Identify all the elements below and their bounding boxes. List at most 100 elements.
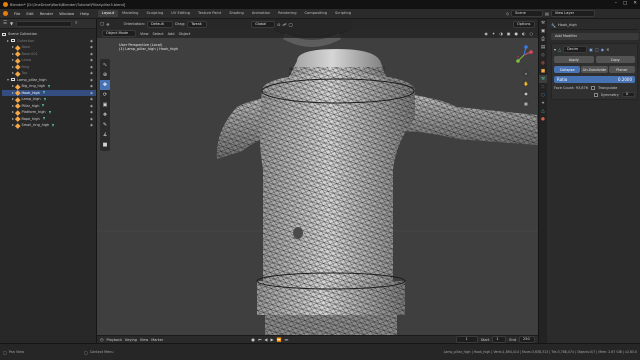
menu-marker[interactable]: Marker	[151, 338, 163, 342]
tab-planar[interactable]: Planar	[608, 66, 635, 73]
symmetry-axis-dropdown[interactable]: X	[621, 92, 635, 97]
tab-texture-paint[interactable]: Texture Paint	[194, 10, 225, 17]
tab-uv-editing[interactable]: UV Editing	[167, 10, 194, 17]
menu-edit[interactable]: Edit	[23, 11, 36, 16]
menu-view[interactable]: View	[140, 32, 149, 36]
material-tab-icon[interactable]: ●	[539, 115, 547, 123]
start-frame-field[interactable]: 1	[492, 336, 507, 343]
expand-arrow-icon[interactable]	[12, 124, 14, 127]
measure-tool-icon[interactable]: ∡	[100, 130, 110, 140]
transform-space-dropdown[interactable]: Global	[251, 20, 276, 28]
move-tool-icon[interactable]: ✥	[100, 80, 110, 90]
triangulate-checkbox[interactable]	[590, 86, 595, 90]
transform-tools-icon[interactable]: ✥	[106, 22, 109, 27]
tab-layout[interactable]: Layout	[97, 10, 119, 17]
visibility-eye-icon[interactable]: ◉	[90, 65, 93, 69]
cursor-tool-icon[interactable]: ⊕	[100, 70, 110, 80]
tab-shading[interactable]: Shading	[225, 10, 248, 17]
scene-tab-icon[interactable]: ◇	[539, 51, 547, 59]
ortho-toggle-icon[interactable]: ▦	[522, 99, 530, 107]
drag-dropdown[interactable]: Tweak	[187, 20, 208, 28]
expand-arrow-icon[interactable]	[12, 117, 14, 120]
menu-render[interactable]: Render	[37, 11, 57, 16]
object-tab-icon[interactable]: ■	[539, 67, 547, 75]
visibility-eye-icon[interactable]: ◉	[90, 84, 93, 88]
maximize-button[interactable]: □	[623, 1, 627, 6]
orientation-dropdown[interactable]: Default	[147, 20, 174, 28]
expand-arrow-icon[interactable]	[12, 104, 14, 107]
snap-icon[interactable]: ☍	[282, 22, 286, 27]
output-tab-icon[interactable]: ⎙	[539, 35, 547, 43]
viewport-toggle-icon[interactable]: □	[595, 47, 599, 52]
material-preview-icon[interactable]: ◐	[522, 31, 526, 36]
tool-tab-icon[interactable]: ⚒	[539, 19, 547, 27]
data-tab-icon[interactable]: △	[539, 107, 547, 115]
expand-arrow-icon[interactable]	[12, 91, 14, 94]
visibility-eye-icon[interactable]: ◉	[90, 52, 93, 56]
menu-help[interactable]: Help	[77, 11, 92, 16]
render-tab-icon[interactable]: ▣	[539, 27, 547, 35]
visibility-eye-icon[interactable]: ◉	[90, 123, 93, 127]
tab-un-subdivide[interactable]: Un-Subdivide	[581, 66, 608, 73]
expand-arrow-icon[interactable]	[12, 111, 14, 114]
menu-playback[interactable]: Playback	[107, 338, 123, 342]
rotate-tool-icon[interactable]: ⟳	[100, 90, 110, 100]
expand-arrow-icon[interactable]	[12, 98, 14, 101]
view-layer-tab-icon[interactable]: ▤	[539, 43, 547, 51]
viewport-visibility-icon[interactable]: ◉	[484, 31, 488, 36]
current-frame-field[interactable]: 1	[455, 336, 478, 343]
expand-arrow-icon[interactable]	[7, 39, 9, 42]
close-button[interactable]: ✕	[633, 1, 637, 6]
visibility-eye-icon[interactable]: ◉	[90, 117, 93, 121]
tab-scripting[interactable]: Scripting	[331, 10, 355, 17]
zoom-icon[interactable]: ⌕	[522, 69, 530, 77]
next-key-icon[interactable]: ⏩	[277, 337, 282, 342]
menu-file[interactable]: File	[11, 11, 23, 16]
blender-menu-icon[interactable]	[3, 11, 8, 16]
render-toggle-icon[interactable]: ◉	[601, 47, 605, 52]
timeline-editor-icon[interactable]: ◷	[100, 337, 104, 342]
editmode-toggle-icon[interactable]: ▣	[589, 47, 593, 52]
modifier-tab-icon[interactable]: ⚒	[539, 75, 547, 83]
tab-modeling[interactable]: Modeling	[118, 10, 142, 17]
outliner-row[interactable]: Small_ring_high ◉	[2, 122, 96, 129]
jump-start-icon[interactable]: ⏮	[258, 337, 262, 342]
expand-arrow-icon[interactable]	[7, 78, 9, 81]
ratio-slider[interactable]: Ratio 0.2000	[554, 76, 635, 83]
visibility-eye-icon[interactable]: ◉	[90, 97, 93, 101]
visibility-eye-icon[interactable]: ◉	[90, 110, 93, 114]
expand-arrow-icon[interactable]	[12, 46, 14, 49]
visibility-eye-icon[interactable]: ◉	[90, 39, 93, 43]
proportional-edit-icon[interactable]: ◯	[289, 22, 293, 27]
auto-keying-icon[interactable]: ●	[251, 337, 255, 342]
expand-arrow-icon[interactable]	[12, 85, 14, 88]
menu-keying[interactable]: Keying	[125, 338, 137, 342]
menu-select[interactable]: Select	[153, 32, 164, 36]
expand-arrow-icon[interactable]	[12, 65, 14, 68]
menu-object[interactable]: Object	[179, 32, 191, 36]
menu-add[interactable]: Add	[168, 32, 175, 36]
rendered-shading-icon[interactable]: ○	[530, 31, 534, 36]
tab-rendering[interactable]: Rendering	[274, 10, 300, 17]
physics-tab-icon[interactable]: ○	[539, 91, 547, 99]
tab-collapse[interactable]: Collapse	[554, 66, 581, 73]
copy-button[interactable]: Copy	[595, 56, 635, 63]
editor-type-icon[interactable]: ▢	[100, 22, 104, 27]
visibility-eye-icon[interactable]: ◉	[90, 78, 93, 82]
expand-arrow-icon[interactable]	[12, 72, 14, 75]
3d-viewport[interactable]: ▢ ✥ Orientation: Default Drag: Tweak Glo…	[97, 19, 538, 335]
xray-icon[interactable]: ▣	[507, 31, 511, 36]
mode-dropdown[interactable]: Object Mode	[102, 30, 136, 37]
expand-arrow-icon[interactable]	[12, 59, 14, 62]
symmetry-checkbox[interactable]	[594, 92, 598, 97]
expand-arrow-icon[interactable]	[12, 52, 14, 55]
visibility-eye-icon[interactable]: ◉	[90, 71, 93, 75]
tab-sculpting[interactable]: Sculpting	[142, 10, 167, 17]
constraints-tab-icon[interactable]: ⌖	[539, 99, 547, 107]
prev-key-icon[interactable]: ◀	[264, 337, 267, 342]
navigation-gizmo[interactable]	[514, 45, 534, 65]
solid-shading-icon[interactable]: ●	[515, 31, 519, 36]
outliner-search-input[interactable]	[16, 20, 73, 27]
add-modifier-button[interactable]: Add Modifier	[551, 33, 639, 40]
visibility-eye-icon[interactable]: ◉	[90, 58, 93, 62]
